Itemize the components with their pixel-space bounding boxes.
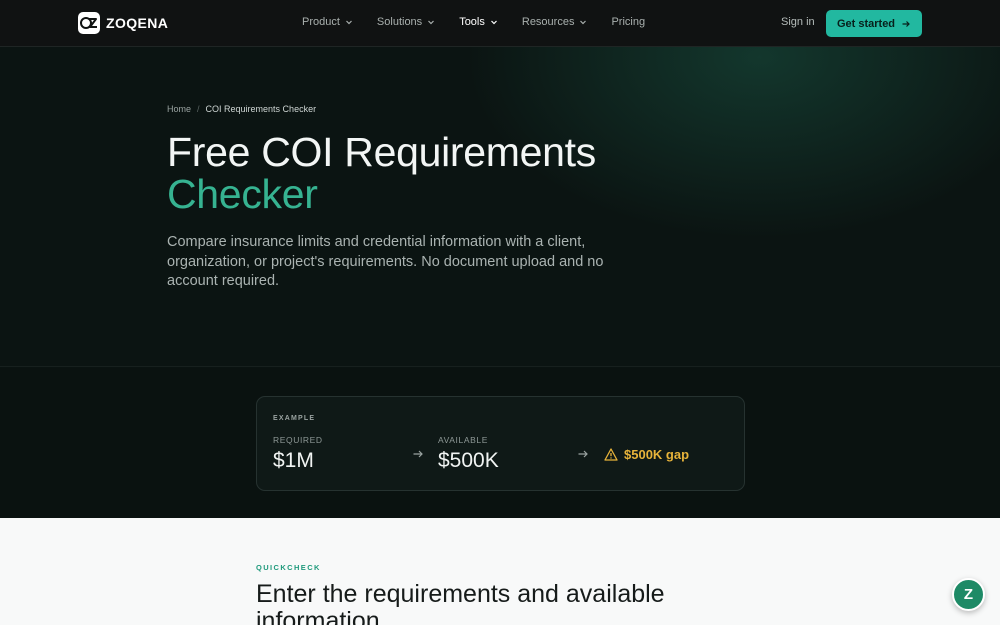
example-card: EXAMPLE REQUIRED $1M AVAILABLE $500K $50… [256, 396, 745, 491]
chat-widget-button[interactable]: Z [952, 578, 985, 611]
chevron-down-icon [428, 20, 435, 25]
arrow-right-icon [902, 20, 910, 27]
top-navbar: ZOQENA Product Solutions Tools Resources… [0, 0, 1000, 47]
nav-menu: Product Solutions Tools Resources Pricin… [302, 16, 669, 28]
chevron-down-icon [580, 20, 587, 25]
quickcheck-heading: Enter the requirements and available inf… [256, 580, 665, 625]
example-section: EXAMPLE REQUIRED $1M AVAILABLE $500K $50… [0, 368, 1000, 518]
brand-logo[interactable]: ZOQENA [78, 12, 168, 34]
brand-name: ZOQENA [106, 15, 169, 31]
breadcrumb: Home / COI Requirements Checker [167, 104, 316, 114]
nav-item-resources[interactable]: Resources [522, 16, 588, 28]
nav-item-solutions[interactable]: Solutions [377, 16, 435, 28]
get-started-button[interactable]: Get started [826, 10, 922, 37]
breadcrumb-separator: / [197, 104, 200, 114]
gap-result: $500K gap [604, 447, 689, 462]
quickcheck-label: QUICKCHECK [256, 563, 321, 572]
quickcheck-section: QUICKCHECK Enter the requirements and av… [0, 518, 1000, 625]
warning-icon [604, 448, 618, 461]
nav-item-label: Tools [459, 16, 485, 28]
page-title-highlight: Checker [167, 171, 318, 217]
nav-item-label: Product [302, 16, 340, 28]
breadcrumb-current: COI Requirements Checker [205, 104, 317, 114]
nav-item-product[interactable]: Product [302, 16, 353, 28]
zoqena-logo-icon [78, 12, 100, 34]
available-label: AVAILABLE [438, 435, 488, 445]
nav-item-label: Solutions [376, 16, 423, 28]
get-started-label: Get started [836, 17, 896, 30]
page-subtitle: Compare insurance limits and credential … [167, 234, 604, 289]
arrow-right-icon [413, 450, 423, 458]
required-value: $1M [273, 449, 314, 472]
hero-section: Home / COI Requirements Checker Free COI… [0, 47, 1000, 367]
arrow-right-icon [578, 450, 588, 458]
sign-in-link[interactable]: Sign in [781, 16, 815, 28]
available-value: $500K [438, 449, 499, 472]
required-label: REQUIRED [273, 435, 323, 445]
example-label: EXAMPLE [273, 415, 316, 422]
chevron-down-icon [490, 20, 497, 25]
gap-text: $500K gap [624, 447, 690, 462]
nav-item-label: Resources [521, 16, 575, 28]
chat-widget-letter: Z [963, 586, 974, 603]
page-title: Free COI Requirements [167, 129, 596, 175]
breadcrumb-home[interactable]: Home [167, 104, 191, 114]
nav-item-pricing[interactable]: Pricing [611, 16, 645, 28]
chevron-down-icon [345, 20, 352, 25]
nav-item-label: Pricing [611, 16, 646, 28]
nav-item-tools[interactable]: Tools [459, 16, 498, 28]
